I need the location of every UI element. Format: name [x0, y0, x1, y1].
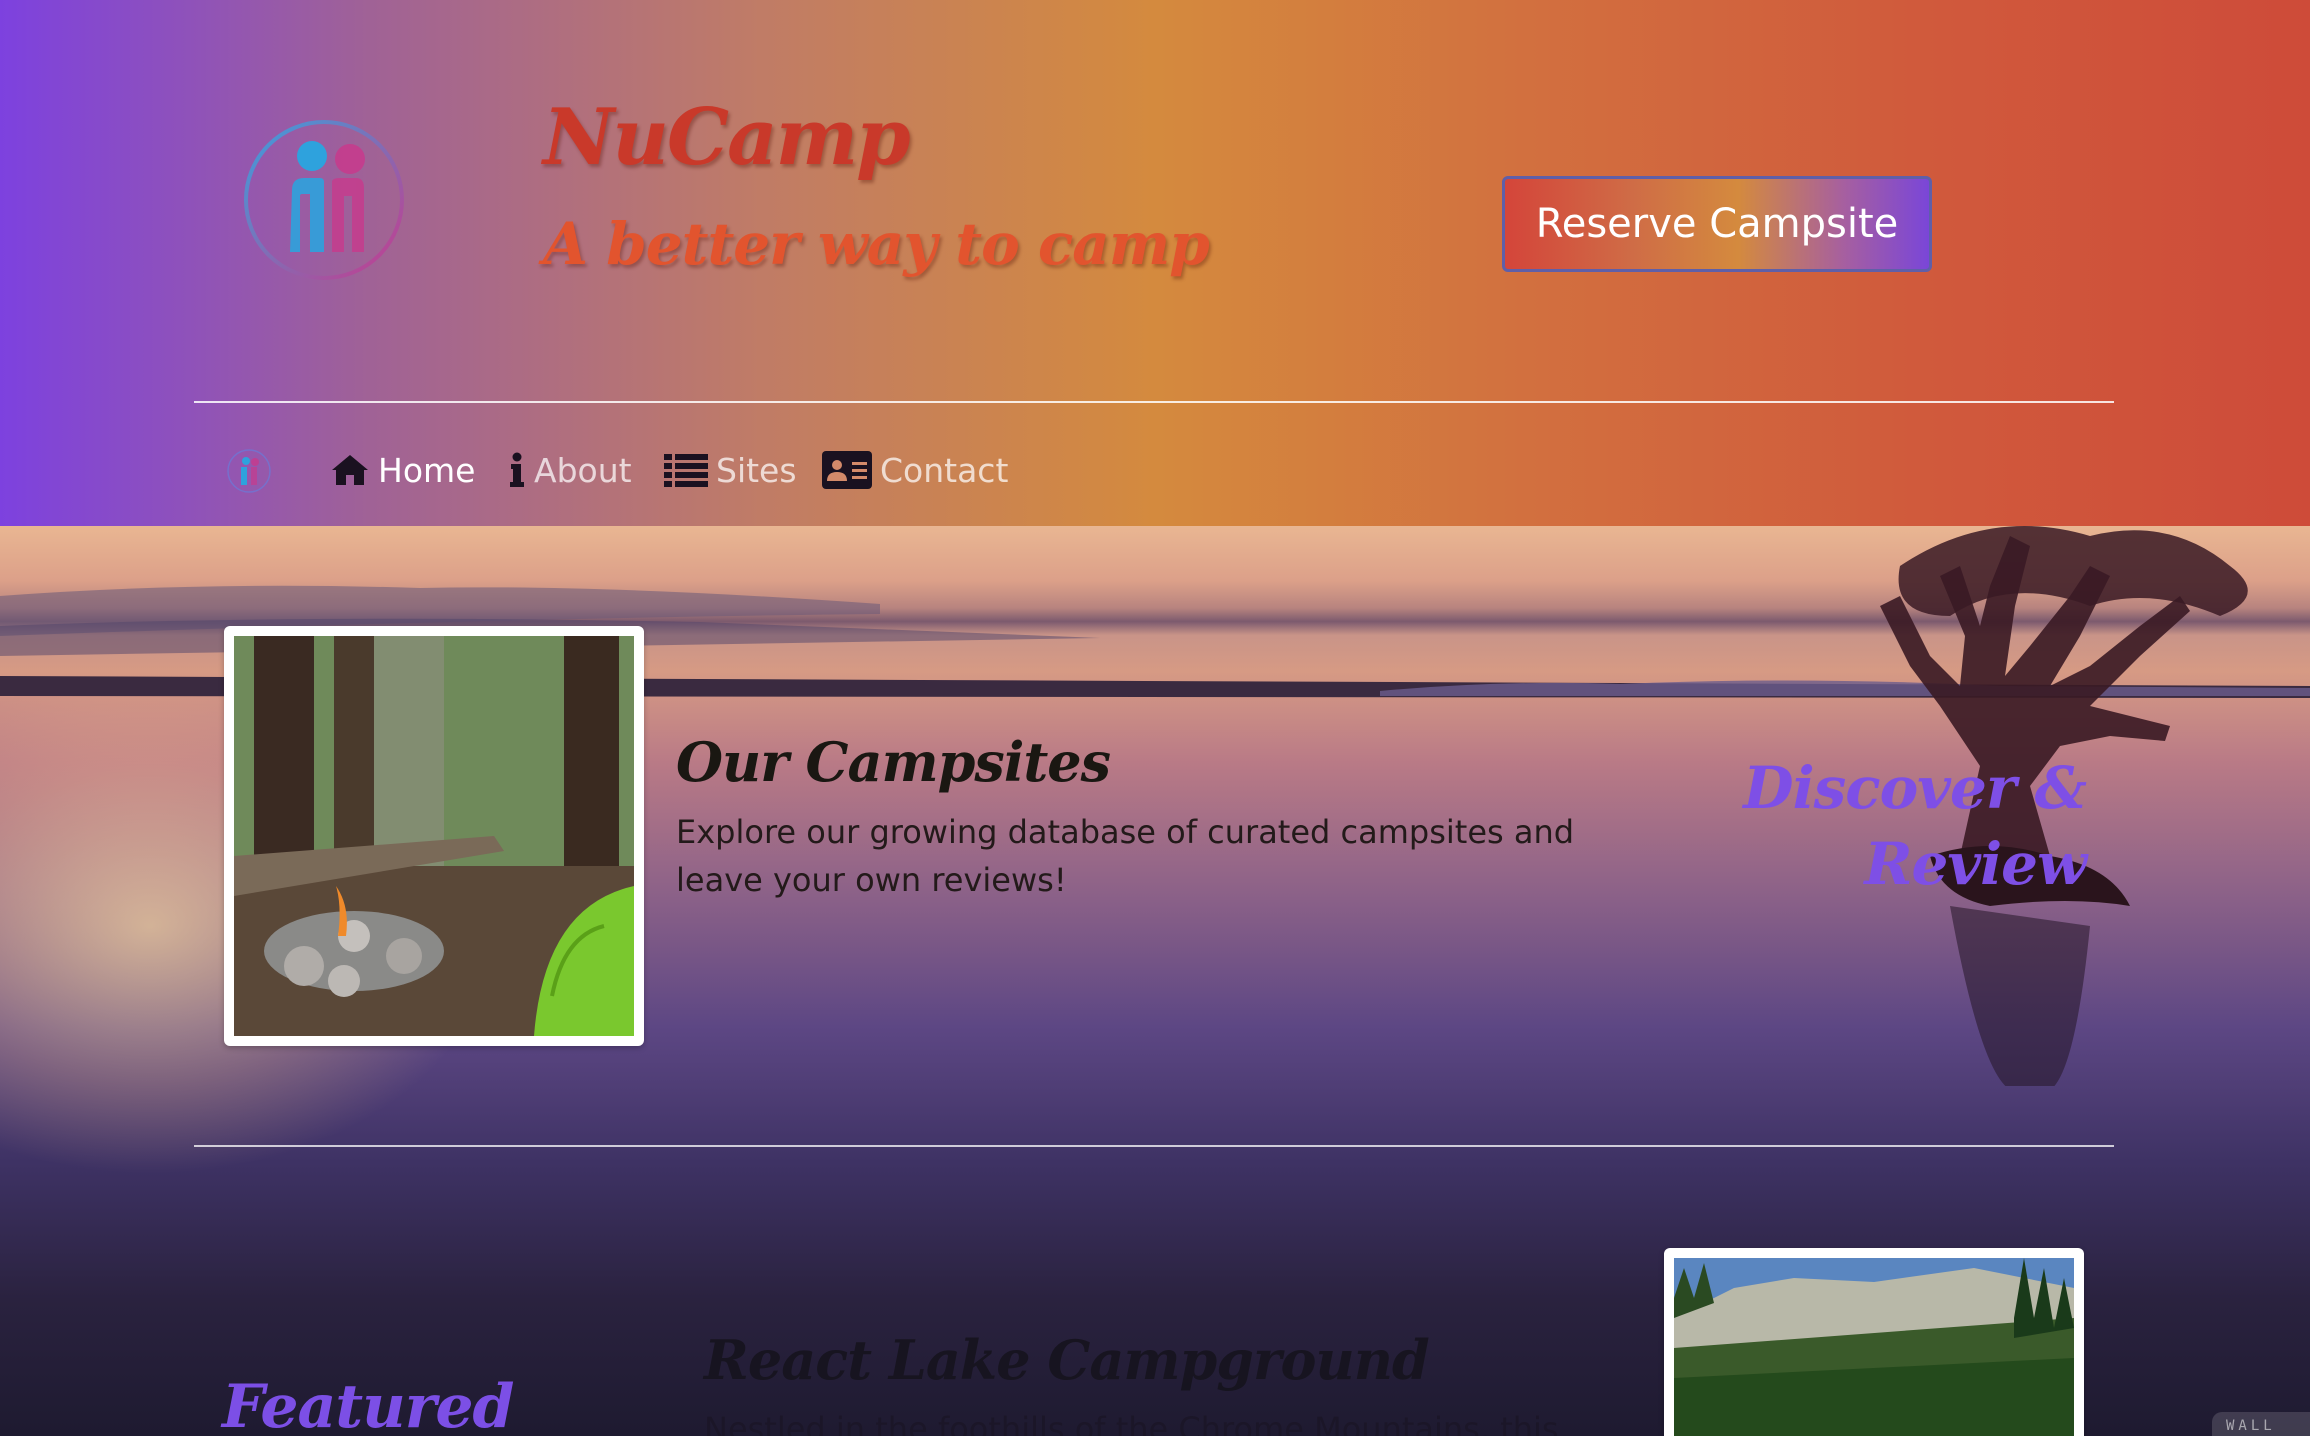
info-icon: [510, 452, 524, 487]
section-title-campsites: Our Campsites: [676, 730, 1111, 794]
campsite-photo: [234, 636, 634, 1036]
nav-item-about[interactable]: About: [508, 444, 632, 496]
section-divider: [194, 1145, 2114, 1147]
main-nav: Home About Sites Contact: [0, 430, 1200, 510]
nav-item-label: Sites: [716, 450, 797, 490]
nav-item-label: About: [534, 450, 632, 490]
nucamp-logo[interactable]: [240, 116, 408, 284]
review-line: Review: [1864, 830, 2087, 898]
nav-logo-icon[interactable]: [226, 448, 272, 494]
section-description-campsites: Explore our growing database of curated …: [676, 813, 1575, 899]
featured-campsite-description: Nestled in the foothills of the Chrome M…: [704, 1410, 1559, 1436]
brand-title: NuCamp: [543, 92, 911, 183]
reserve-campsite-button[interactable]: Reserve Campsite: [1502, 176, 1932, 272]
nav-item-label: Contact: [880, 450, 1009, 490]
header-divider: [194, 401, 2114, 403]
featured-image-frame: [1664, 1248, 2084, 1436]
watermark-badge: WALL: [2212, 1412, 2310, 1436]
discover-review-tagline: Discover & Review: [1740, 750, 2087, 902]
nav-item-home[interactable]: Home: [330, 444, 475, 496]
campsite-image-frame: [224, 626, 644, 1046]
home-icon: [332, 455, 368, 485]
address-card-icon: [822, 451, 872, 489]
list-icon: [664, 454, 708, 487]
nav-item-contact[interactable]: Contact: [822, 444, 1008, 496]
nav-item-sites[interactable]: Sites: [664, 444, 797, 496]
discover-line: Discover &: [1743, 754, 2087, 822]
site-header: NuCamp A better way to camp Reserve Camp…: [0, 0, 2310, 526]
lake-campground-photo: [1674, 1258, 2074, 1436]
brand-tagline: A better way to camp: [543, 210, 1210, 278]
nav-item-label: Home: [378, 450, 476, 490]
featured-heading: Featured: [222, 1372, 514, 1436]
featured-campsite-title: React Lake Campground: [704, 1328, 1430, 1392]
